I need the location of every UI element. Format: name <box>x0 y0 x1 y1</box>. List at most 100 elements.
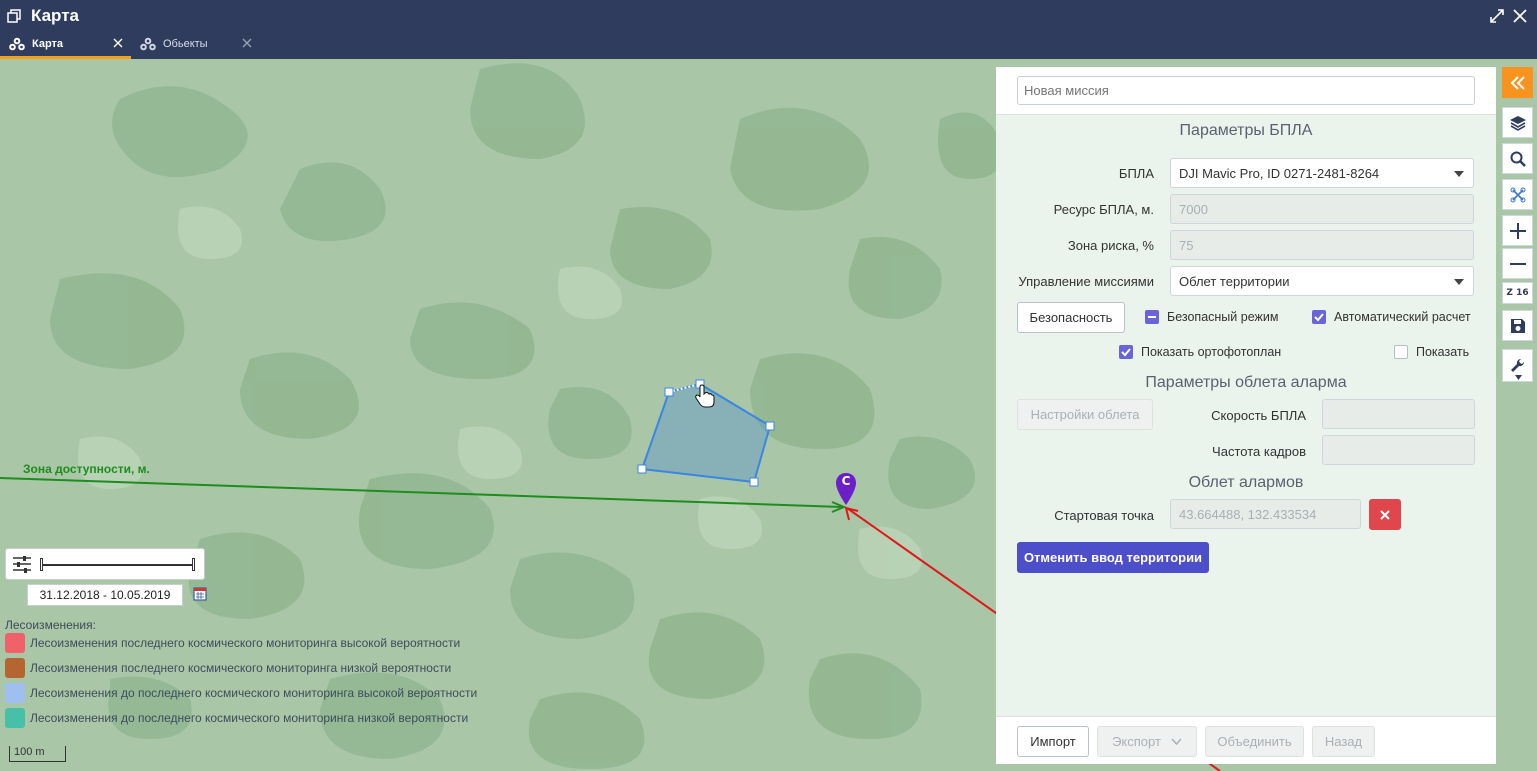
tools-button[interactable] <box>1502 349 1533 382</box>
search-icon <box>1510 151 1526 167</box>
date-range-field[interactable]: 31.12.2018 - 10.05.2019 <box>27 584 183 606</box>
check-icon <box>1121 348 1131 357</box>
export-button[interactable]: Экспорт <box>1097 726 1197 757</box>
search-button[interactable] <box>1502 143 1533 174</box>
save-map-button[interactable] <box>1502 310 1533 341</box>
resource-value: 7000 <box>1179 202 1208 217</box>
tab-objects-label: Обьекты <box>163 38 208 50</box>
minus-icon <box>1509 262 1526 265</box>
auto-calc-label: Автоматический расчет <box>1334 310 1471 324</box>
legend-swatch <box>5 658 25 678</box>
minus-icon <box>1148 316 1156 318</box>
chevron-down-icon <box>1515 375 1522 380</box>
drone-icon <box>1510 187 1525 202</box>
save-icon <box>1510 318 1525 333</box>
slider-handle-end[interactable] <box>192 558 195 571</box>
start-point-label: Стартовая точка <box>1054 508 1154 523</box>
tab-bar: Карта Обьекты <box>0 33 1537 59</box>
mission-panel: Параметры БПЛА БПЛА DJI Mavic Pro, ID 02… <box>996 67 1496 764</box>
mission-control-select[interactable]: Облет территории <box>1170 266 1474 296</box>
close-icon[interactable] <box>241 37 253 49</box>
legend-title: Лесоизменения: <box>5 618 96 632</box>
uav-select-value: DJI Mavic Pro, ID 0271-2481-8264 <box>1179 166 1380 181</box>
flight-settings-button[interactable]: Настройки облета <box>1017 399 1153 430</box>
window-icon <box>7 9 21 23</box>
time-slider[interactable] <box>5 548 205 580</box>
export-label: Экспорт <box>1112 734 1161 749</box>
show-checkbox[interactable] <box>1394 345 1408 359</box>
tab-map-label: Карта <box>32 38 64 50</box>
import-button[interactable]: Импорт <box>1017 726 1089 757</box>
drone-button[interactable] <box>1502 179 1533 210</box>
objects-icon <box>140 37 156 51</box>
frame-rate-label: Частота кадров <box>1212 444 1306 459</box>
start-point-value: 43.664488, 132.433534 <box>1179 507 1317 522</box>
polygon-vertex <box>765 421 775 431</box>
dropdown-caret-icon <box>1454 279 1464 285</box>
collapse-panel-button[interactable] <box>1502 67 1533 98</box>
mission-control-value: Облет территории <box>1179 274 1290 289</box>
legend-swatch <box>5 683 25 703</box>
plus-icon <box>1509 222 1526 239</box>
uav-speed-label: Скорость БПЛА <box>1211 408 1306 423</box>
section-alarm-flight-title: Облет алармов <box>1188 474 1304 491</box>
mission-control-label: Управление миссиями <box>1018 274 1154 289</box>
close-window-icon[interactable] <box>1512 8 1528 24</box>
mission-name-input[interactable] <box>1017 76 1475 105</box>
frame-rate-field[interactable] <box>1322 435 1475 465</box>
resource-label: Ресурс БПЛА, м. <box>1053 202 1154 217</box>
section-alarm-params-title: Параметры облета аларма <box>1145 374 1347 391</box>
uav-label: БПЛА <box>1118 166 1154 181</box>
slider-handle-start[interactable] <box>40 558 43 571</box>
polygon-vertex <box>749 477 759 487</box>
maximize-icon[interactable] <box>1489 8 1505 24</box>
window-titlebar: Карта <box>0 0 1537 33</box>
marker-letter: C <box>841 474 851 488</box>
close-icon <box>1380 509 1390 520</box>
safety-button[interactable]: Безопасность <box>1017 302 1125 333</box>
merge-button[interactable]: Объединить <box>1205 726 1304 757</box>
double-chevron-left-icon <box>1510 75 1525 90</box>
window-title: Карта <box>31 6 79 25</box>
objects-icon <box>9 37 25 51</box>
calendar-icon[interactable] <box>193 586 207 601</box>
start-point-marker[interactable]: C <box>835 472 857 506</box>
tab-objects[interactable]: Обьекты <box>131 33 261 59</box>
uav-select[interactable]: DJI Mavic Pro, ID 0271-2481-8264 <box>1170 158 1474 188</box>
mission-header <box>996 67 1496 115</box>
legend-label: Лесоизменения последнего космического мо… <box>30 661 452 675</box>
show-label: Показать <box>1416 345 1470 359</box>
uav-speed-field[interactable] <box>1322 399 1475 429</box>
resource-field: 7000 <box>1170 194 1474 224</box>
show-ortho-checkbox[interactable] <box>1119 345 1133 359</box>
layers-button[interactable] <box>1502 107 1533 138</box>
panel-footer: Импорт Экспорт Объединить Назад <box>996 716 1496 764</box>
close-icon[interactable] <box>112 37 124 49</box>
risk-field: 75 <box>1170 230 1474 260</box>
legend-label: Лесоизменения до последнего космического… <box>30 686 478 700</box>
legend-label: Лесоизменения до последнего космического… <box>30 711 469 725</box>
dropdown-caret-icon <box>1454 171 1464 177</box>
polygon-vertex <box>637 464 647 474</box>
auto-calc-checkbox[interactable] <box>1312 310 1326 324</box>
clear-start-point-button[interactable] <box>1369 499 1401 530</box>
risk-label: Зона риска, % <box>1067 238 1154 253</box>
legend-label: Лесоизменения последнего космического мо… <box>30 636 461 650</box>
sliders-icon[interactable] <box>12 555 32 573</box>
show-ortho-label: Показать ортофотоплан <box>1141 345 1282 359</box>
zoom-in-button[interactable] <box>1502 215 1533 246</box>
check-icon <box>1314 313 1324 322</box>
polygon-vertex <box>664 387 674 397</box>
section-uav-title: Параметры БПЛА <box>1179 122 1313 139</box>
chevron-down-icon <box>1171 738 1182 745</box>
zoom-out-button[interactable] <box>1502 248 1533 279</box>
cancel-territory-button[interactable]: Отменить ввод территории <box>1017 542 1209 573</box>
layers-icon <box>1509 115 1526 131</box>
safe-mode-checkbox[interactable] <box>1145 310 1159 324</box>
slider-track <box>42 564 194 566</box>
back-button[interactable]: Назад <box>1312 726 1375 757</box>
zoom-level: Z 16 <box>1502 282 1533 304</box>
tab-map[interactable]: Карта <box>0 33 131 59</box>
safe-mode-label: Безопасный режим <box>1167 310 1279 324</box>
wrench-icon <box>1510 358 1524 372</box>
